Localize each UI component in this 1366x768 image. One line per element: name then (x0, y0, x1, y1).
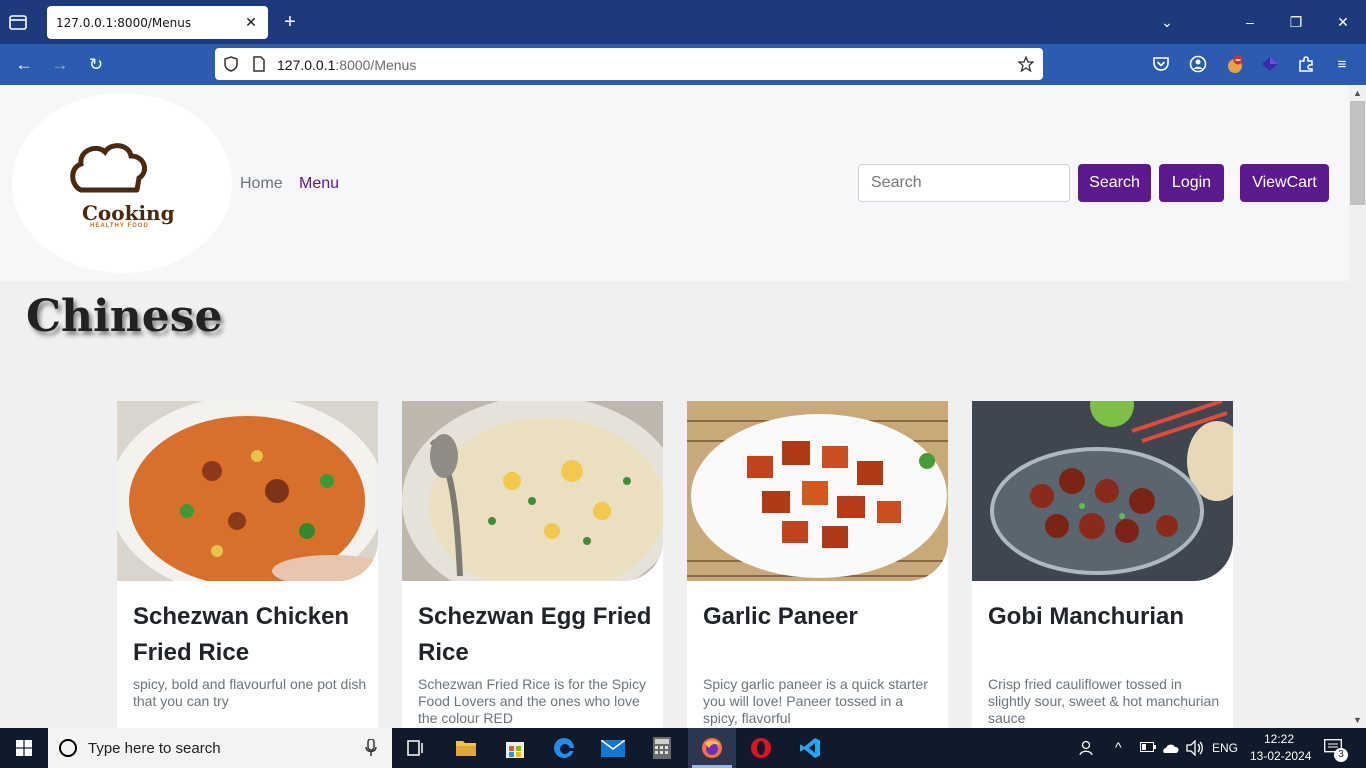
nav-menu-link[interactable]: Menu (299, 175, 339, 193)
logo-text: Cooking (82, 201, 175, 225)
menu-card[interactable]: Garlic Paneer Spicy garlic paneer is a q… (687, 401, 948, 728)
card-title: Garlic Paneer (703, 603, 858, 630)
browser-tab[interactable]: 127.0.0.1:8000/Menus ✕ (47, 6, 268, 39)
card-title: Gobi Manchurian (988, 603, 1185, 630)
edge-browser-icon[interactable] (540, 728, 588, 768)
tab-title: 127.0.0.1:8000/Menus (56, 16, 192, 30)
url-text[interactable]: 127.0.0.1:8000/Menus (277, 57, 416, 73)
food-image-garlic-paneer[interactable] (687, 401, 948, 581)
logo-subtext: HEALTHY FOOD (90, 223, 149, 229)
language-indicator[interactable]: ENG (1212, 741, 1238, 755)
people-icon[interactable] (1076, 728, 1100, 768)
new-tab-icon[interactable]: + (280, 12, 300, 32)
menu-card[interactable]: Schezwan Egg Fried Rice Schezwan Fried R… (402, 401, 663, 728)
browser-toolbar: ← → ↻ 127.0.0.1:8000/Menus ≡ (0, 44, 1366, 85)
network-icon[interactable] (1160, 728, 1182, 768)
menu-hamburger-icon[interactable]: ≡ (1332, 55, 1352, 75)
file-explorer-icon[interactable] (442, 728, 490, 768)
site-header: Cooking HEALTHY FOOD Home Menu Search Lo… (0, 85, 1349, 281)
web-page: Cooking HEALTHY FOOD Home Menu Search Lo… (0, 85, 1349, 728)
mail-icon[interactable] (589, 728, 637, 768)
opera-icon[interactable] (737, 728, 785, 768)
scroll-down-icon[interactable]: ▼ (1349, 712, 1366, 728)
clock-time[interactable]: 12:22 (1264, 732, 1294, 746)
windows-start-icon[interactable] (0, 728, 48, 768)
search-input[interactable] (858, 164, 1070, 202)
menu-card[interactable]: Gobi Manchurian Crisp fried cauliflower … (972, 401, 1233, 728)
menu-card[interactable]: Schezwan Chicken Fried Rice spicy, bold … (117, 401, 378, 728)
url-bar[interactable]: 127.0.0.1:8000/Menus (215, 48, 1043, 80)
chevron-down-icon[interactable]: ⌄ (1157, 12, 1177, 32)
nav-home-link[interactable]: Home (240, 175, 283, 193)
notification-count-badge: 3 (1334, 748, 1348, 762)
volume-icon[interactable] (1184, 728, 1206, 768)
reload-icon[interactable]: ↻ (85, 54, 107, 76)
extensions-puzzle-icon[interactable] (1296, 55, 1316, 75)
scroll-thumb[interactable] (1350, 101, 1365, 205)
windows-taskbar: Type here to search ^ ENG 12:22 13-02-20… (0, 728, 1366, 768)
minimize-icon[interactable]: – (1240, 12, 1260, 32)
notifications-icon[interactable]: 3 (1316, 728, 1356, 768)
food-image-fried-rice[interactable] (117, 401, 378, 581)
section-title: Chinese (26, 291, 223, 342)
microsoft-store-icon[interactable] (491, 728, 539, 768)
firefox-icon[interactable] (688, 728, 736, 768)
battery-icon[interactable] (1138, 728, 1158, 768)
back-icon[interactable]: ← (13, 54, 35, 76)
bookmark-star-icon[interactable] (1018, 56, 1034, 72)
card-title: Schezwan Egg Fried Rice (418, 603, 652, 666)
view-cart-button[interactable]: ViewCart (1240, 164, 1329, 202)
close-window-icon[interactable]: ✕ (1333, 12, 1353, 32)
card-description: Spicy garlic paneer is a quick starter y… (703, 676, 928, 726)
tray-overflow-chevron-icon[interactable]: ^ (1115, 739, 1122, 755)
card-description: spicy, bold and flavourful one pot dish … (133, 676, 367, 709)
microphone-icon[interactable] (365, 739, 377, 757)
shield-icon[interactable] (223, 56, 239, 72)
card-description: Schezwan Fried Rice is for the Spicy Foo… (418, 676, 646, 726)
page-scrollbar[interactable]: ▲ ▼ (1349, 85, 1366, 728)
account-icon[interactable] (1188, 55, 1208, 75)
extension-layers-icon[interactable] (1260, 55, 1280, 75)
search-button[interactable]: Search (1078, 164, 1151, 202)
taskbar-search-placeholder: Type here to search (88, 740, 221, 757)
search-icon (59, 739, 77, 757)
pocket-icon[interactable] (1151, 55, 1171, 75)
taskbar-search-box[interactable]: Type here to search (48, 728, 392, 768)
task-view-icon[interactable] (392, 728, 440, 768)
clock-date[interactable]: 13-02-2024 (1250, 749, 1311, 763)
card-description: Crisp fried cauliflower tossed in slight… (988, 676, 1220, 726)
restore-icon[interactable]: ❐ (1286, 12, 1306, 32)
vscode-icon[interactable] (786, 728, 834, 768)
tab-list-icon[interactable] (8, 12, 30, 34)
page-icon (253, 56, 265, 72)
food-image-gobi-manchurian[interactable] (972, 401, 1233, 581)
scroll-up-icon[interactable]: ▲ (1349, 85, 1366, 101)
extension-adblock-icon[interactable] (1225, 55, 1245, 75)
close-tab-icon[interactable]: ✕ (242, 13, 260, 31)
forward-icon[interactable]: → (49, 54, 71, 76)
calculator-icon[interactable] (638, 728, 686, 768)
food-image-egg-fried-rice[interactable] (402, 401, 663, 581)
site-logo[interactable]: Cooking HEALTHY FOOD (12, 93, 232, 273)
card-title: Schezwan Chicken Fried Rice (133, 603, 350, 666)
browser-tab-bar: 127.0.0.1:8000/Menus ✕ + ⌄ – ❐ ✕ (0, 0, 1366, 44)
chef-hat-icon (70, 143, 148, 193)
login-button[interactable]: Login (1159, 164, 1224, 202)
